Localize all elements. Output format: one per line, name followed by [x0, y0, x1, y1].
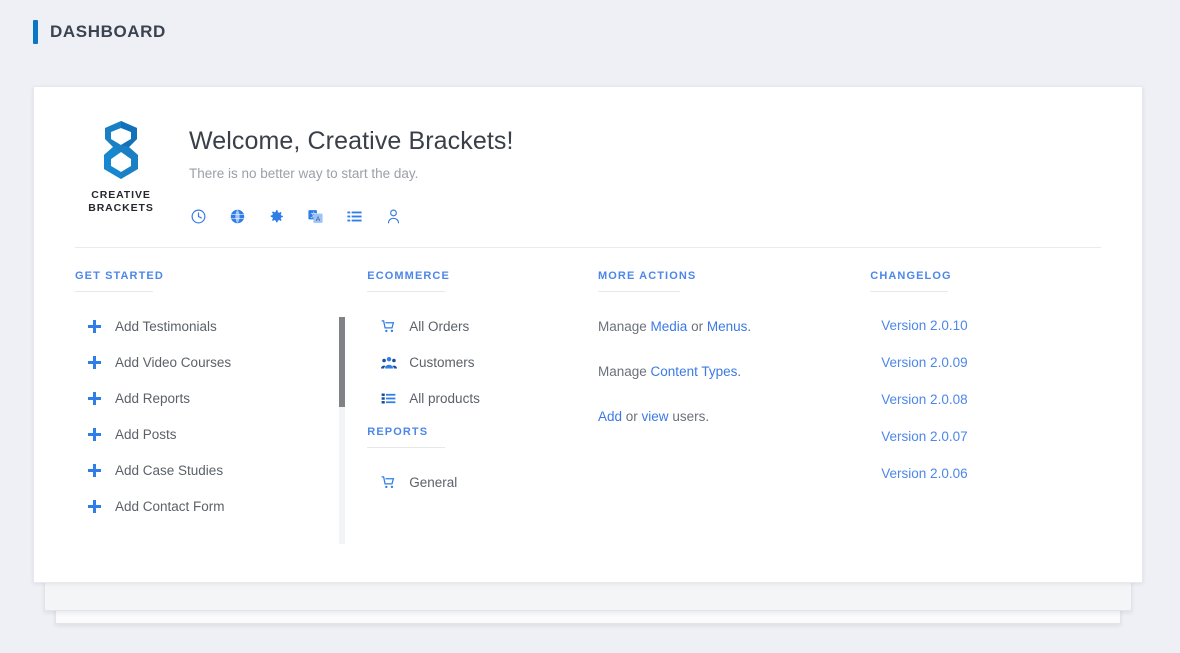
list-item-label: All products: [409, 390, 480, 406]
gear-icon[interactable]: [267, 207, 285, 225]
action-line-content-types: Manage Content Types.: [598, 363, 859, 381]
action-suffix: .: [737, 364, 742, 379]
list-icon: [381, 390, 399, 406]
list-item[interactable]: General: [381, 474, 598, 490]
breadcrumb: DASHBOARD: [33, 19, 166, 45]
cart-icon: [381, 474, 399, 490]
get-started-list: Add Testimonials Add Video Courses Add R…: [88, 318, 336, 514]
list-item-label: Add Contact Form: [115, 498, 225, 514]
list-item[interactable]: Customers: [381, 354, 598, 370]
list-item-label: Add Video Courses: [115, 354, 232, 370]
list-item[interactable]: Version 2.0.06: [881, 466, 1101, 481]
dashboard-card-stack: CREATIVE BRACKETS Welcome, Creative Brac…: [33, 86, 1143, 624]
list-item-label: Add Testimonials: [115, 318, 217, 334]
ecommerce-heading: ECOMMERCE: [367, 270, 450, 282]
translate-icon[interactable]: 文 A: [306, 207, 324, 225]
globe-icon[interactable]: [228, 207, 246, 225]
plus-icon: [88, 390, 106, 406]
list-item[interactable]: Add Contact Form: [88, 498, 336, 514]
dashboard-card: CREATIVE BRACKETS Welcome, Creative Brac…: [33, 86, 1143, 583]
list-item[interactable]: Add Posts: [88, 426, 336, 442]
action-suffix: users.: [668, 409, 710, 424]
users-icon: [381, 354, 399, 370]
user-icon[interactable]: [384, 207, 402, 225]
action-line-media-menus: Manage Media or Menus.: [598, 318, 859, 336]
brand-logo: CREATIVE BRACKETS: [75, 113, 167, 225]
action-suffix: .: [747, 319, 752, 334]
plus-icon: [88, 354, 106, 370]
title-accent-bar: [33, 20, 38, 44]
heading-rule: [75, 291, 153, 292]
list-item[interactable]: All products: [381, 390, 598, 406]
action-line-users: Add or view users.: [598, 408, 859, 426]
ecommerce-list: All Orders Customers All products: [381, 318, 598, 406]
list-icon[interactable]: [345, 207, 363, 225]
svg-text:A: A: [315, 216, 320, 223]
list-item[interactable]: Add Testimonials: [88, 318, 336, 334]
reports-list: General: [381, 474, 598, 490]
heading-rule: [870, 291, 949, 292]
list-item[interactable]: Add Video Courses: [88, 354, 336, 370]
welcome-subtitle: There is no better way to start the day.: [189, 166, 419, 181]
dashboard-columns: GET STARTED Add Testimonials Add Video C…: [75, 248, 1101, 544]
action-prefix: Manage: [598, 364, 651, 379]
quick-action-icons: 文 A: [189, 207, 514, 225]
cart-icon: [381, 318, 399, 334]
list-item[interactable]: Version 2.0.08: [881, 392, 1101, 407]
changelog-list: Version 2.0.10 Version 2.0.09 Version 2.…: [870, 318, 1101, 481]
menus-link[interactable]: Menus: [707, 319, 748, 334]
welcome-title: Welcome, Creative Brackets!: [189, 127, 514, 155]
plus-icon: [88, 462, 106, 478]
brand-name-line1: CREATIVE: [91, 189, 151, 201]
plus-icon: [88, 426, 106, 442]
column-more-actions: MORE ACTIONS Manage Media or Menus. Mana…: [598, 270, 859, 534]
list-item[interactable]: Version 2.0.07: [881, 429, 1101, 444]
action-middle: or: [687, 319, 707, 334]
list-item-label: Add Reports: [115, 390, 191, 406]
list-item-label: Customers: [409, 354, 475, 370]
list-item-label: Add Posts: [115, 426, 177, 442]
changelog-heading: CHANGELOG: [870, 270, 952, 282]
plus-icon: [88, 498, 106, 514]
reports-heading: REPORTS: [367, 426, 429, 438]
column-changelog: CHANGELOG Version 2.0.10 Version 2.0.09 …: [859, 270, 1101, 534]
heading-rule: [367, 291, 446, 292]
list-item[interactable]: Version 2.0.09: [881, 355, 1101, 370]
brand-name-line2: BRACKETS: [88, 202, 154, 214]
welcome-block: Welcome, Creative Brackets! There is no …: [189, 113, 514, 225]
list-item-label: All Orders: [409, 318, 470, 334]
creative-brackets-logo-icon: [104, 121, 138, 179]
brand-name: CREATIVE BRACKETS: [75, 189, 167, 215]
clock-icon[interactable]: [189, 207, 207, 225]
view-users-link[interactable]: view: [642, 409, 669, 424]
column-ecommerce: ECOMMERCE All Orders Customers All produ…: [336, 270, 598, 534]
heading-rule: [367, 447, 446, 448]
card-header: CREATIVE BRACKETS Welcome, Creative Brac…: [75, 87, 1101, 248]
list-item-label: Add Case Studies: [115, 462, 224, 478]
list-item[interactable]: All Orders: [381, 318, 598, 334]
page-title: DASHBOARD: [50, 22, 166, 41]
column-get-started: GET STARTED Add Testimonials Add Video C…: [75, 270, 345, 544]
get-started-heading: GET STARTED: [75, 270, 164, 282]
list-item[interactable]: Add Reports: [88, 390, 336, 406]
list-item[interactable]: Version 2.0.10: [881, 318, 1101, 333]
list-item[interactable]: Add Case Studies: [88, 462, 336, 478]
action-middle: or: [622, 409, 642, 424]
media-link[interactable]: Media: [651, 319, 688, 334]
plus-icon: [88, 318, 106, 334]
content-types-link[interactable]: Content Types: [651, 364, 738, 379]
action-prefix: Manage: [598, 319, 651, 334]
more-actions-heading: MORE ACTIONS: [598, 270, 697, 282]
heading-rule: [598, 291, 680, 292]
add-user-link[interactable]: Add: [598, 409, 622, 424]
list-item-label: General: [409, 474, 458, 490]
